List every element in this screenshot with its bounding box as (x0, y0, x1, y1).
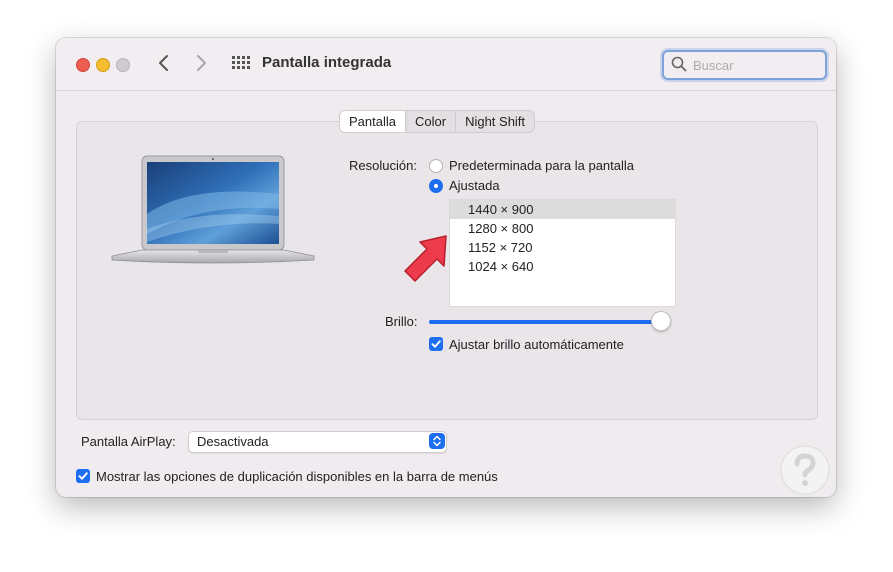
resolution-list[interactable]: 1440 × 900 1280 × 800 1152 × 720 1024 × … (449, 199, 676, 307)
tab-color[interactable]: Color (406, 111, 457, 132)
red-annotation-arrow (404, 235, 447, 282)
tab-bar: Pantalla Color Night Shift (339, 110, 536, 133)
tab-night-shift[interactable]: Night Shift (456, 111, 534, 132)
airplay-value: Desactivada (197, 434, 269, 449)
resolution-option[interactable]: 1152 × 720 (450, 238, 675, 257)
brightness-label: Brillo: (385, 314, 418, 329)
auto-brightness-label: Ajustar brillo automáticamente (449, 337, 624, 352)
airplay-label: Pantalla AirPlay: (81, 434, 176, 449)
tab-pantalla[interactable]: Pantalla (340, 111, 406, 132)
minimize-button[interactable] (96, 58, 110, 72)
resolution-option[interactable]: 1440 × 900 (450, 200, 675, 219)
radio-default-label: Predeterminada para la pantalla (449, 158, 635, 173)
close-button[interactable] (76, 58, 90, 72)
radio-scaled-resolution[interactable] (429, 179, 443, 193)
resolution-option[interactable]: 1280 × 800 (450, 219, 675, 238)
radio-scaled-label: Ajustada (449, 178, 500, 193)
brightness-slider[interactable] (429, 320, 665, 324)
titlebar: Pantalla integrada (56, 38, 836, 91)
forward-arrow-icon[interactable] (191, 52, 211, 74)
watermark-logo (780, 445, 830, 495)
airplay-popup[interactable]: Desactivada (188, 431, 447, 453)
macbook-air-image (111, 155, 315, 264)
resolution-label: Resolución: (349, 158, 417, 173)
chevron-updown-icon (429, 433, 445, 449)
resolution-option[interactable]: 1024 × 640 (450, 257, 675, 276)
radio-default-resolution[interactable] (429, 159, 443, 173)
search-field[interactable] (662, 50, 827, 80)
grid-icon[interactable] (232, 56, 250, 70)
search-icon (671, 56, 687, 75)
brightness-slider-thumb[interactable] (651, 311, 671, 331)
mirroring-label: Mostrar las opciones de duplicación disp… (96, 469, 498, 484)
window-title: Pantalla integrada (262, 54, 392, 71)
brightness-slider-fill (429, 320, 665, 324)
zoom-button[interactable] (116, 58, 130, 72)
auto-brightness-checkbox[interactable] (429, 337, 443, 351)
system-preferences-window: Pantalla integrada Pantalla Color Night … (56, 38, 836, 497)
mirroring-checkbox[interactable] (76, 469, 90, 483)
search-input[interactable] (691, 55, 823, 75)
back-arrow-icon[interactable] (154, 52, 174, 74)
